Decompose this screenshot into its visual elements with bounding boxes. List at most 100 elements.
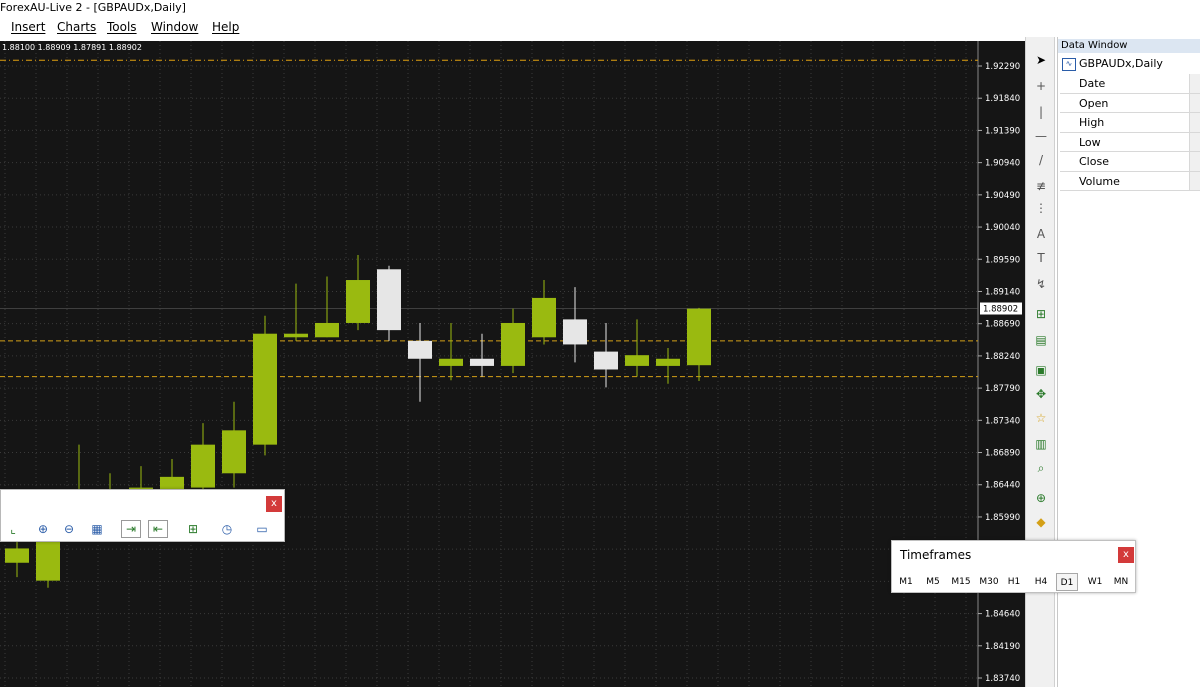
data-window-row-value <box>1189 93 1200 112</box>
timeframe-m15[interactable]: M15 <box>948 573 974 591</box>
timeframe-m1[interactable]: M1 <box>895 573 917 591</box>
window-title: ForexAU-Live 2 - [GBPAUDx,Daily] <box>0 1 186 14</box>
candle-body[interactable] <box>625 355 649 366</box>
data-window-row-label: Date <box>1079 77 1106 90</box>
current-price-label: 1.88902 <box>983 305 1018 315</box>
data-window-table: Date Open High Low Close Volume <box>1060 74 1200 191</box>
price-label: 1.86440 <box>985 481 1020 491</box>
menu-tools[interactable]: Tools <box>107 17 137 37</box>
menu-insert[interactable]: Insert <box>11 17 45 37</box>
candle-body[interactable] <box>563 319 587 345</box>
data-window-row-value <box>1189 132 1200 151</box>
data-window-row: Volume <box>1060 171 1200 191</box>
navigator-icon[interactable]: ✥ <box>1029 383 1053 405</box>
zoom-out-icon[interactable]: ⊖ <box>59 520 79 538</box>
data-window-row-label: High <box>1079 116 1105 129</box>
timeframe-h1[interactable]: H1 <box>1004 573 1024 591</box>
candle-body[interactable] <box>687 308 711 366</box>
price-label: 1.87790 <box>985 384 1020 394</box>
data-window-row: Open <box>1060 93 1200 113</box>
data-window-row-label: Low <box>1079 135 1101 149</box>
price-label: 1.85990 <box>985 513 1020 523</box>
candle-body[interactable] <box>594 351 618 370</box>
data-window-row: Date <box>1060 74 1200 94</box>
menu-help[interactable]: Help <box>212 17 239 37</box>
price-label: 1.91390 <box>985 126 1020 136</box>
data-window-row-value <box>1189 74 1200 93</box>
data-window-row: Low <box>1060 132 1200 152</box>
price-label: 1.92290 <box>985 62 1020 72</box>
candle-body[interactable] <box>253 333 277 445</box>
price-label: 1.84190 <box>985 642 1020 652</box>
tester-icon[interactable]: ⌕ <box>1029 457 1053 479</box>
menu-window[interactable]: Window <box>151 17 198 37</box>
new-chart-icon[interactable]: ⊞ <box>1029 303 1053 325</box>
price-label: 1.89140 <box>985 287 1020 297</box>
timeframes-close-button[interactable]: x <box>1118 547 1134 563</box>
periods-icon[interactable]: ◷ <box>217 520 237 538</box>
title-bar: ForexAU-Live 2 - [GBPAUDx,Daily] <box>0 0 1200 17</box>
data-window-row: Close <box>1060 152 1200 172</box>
candle-body[interactable] <box>408 340 432 359</box>
timeframe-m30[interactable]: M30 <box>976 573 1002 591</box>
add-indicator-icon[interactable]: ⊕ <box>1029 487 1053 509</box>
timeframe-w1[interactable]: W1 <box>1084 573 1106 591</box>
arrows-icon[interactable]: ↯ <box>1029 273 1053 295</box>
chart-toolbar: x ⌞ ⊕ ⊖ ▦ ⇥ ⇤ ⊞ ◷ ▭ <box>0 489 285 542</box>
market-watch-icon[interactable]: ▣ <box>1029 359 1053 381</box>
chart-shift-icon[interactable]: ⇤ <box>148 520 168 538</box>
candle-body[interactable] <box>346 280 370 323</box>
candle-body[interactable] <box>5 548 29 563</box>
price-label: 1.87340 <box>985 416 1020 426</box>
candle-body[interactable] <box>222 430 246 474</box>
menu-bar: Insert Charts Tools Window Help <box>0 17 1200 37</box>
candle-body[interactable] <box>284 333 308 338</box>
crosshair-icon[interactable]: + <box>1029 75 1053 97</box>
menu-charts[interactable]: Charts <box>57 17 96 37</box>
chart-canvas[interactable]: 1.92290 1.91840 1.91390 1.90940 1.90490 1.900… <box>0 41 1025 687</box>
trendline-icon[interactable]: / <box>1029 149 1053 171</box>
autotrading-icon[interactable]: ◆ <box>1029 511 1053 533</box>
fibonacci-icon[interactable]: ≢ <box>1029 175 1053 197</box>
price-label: 1.83740 <box>985 674 1020 684</box>
indicators-icon[interactable]: ⊞ <box>183 520 203 538</box>
candle-body[interactable] <box>439 358 463 366</box>
zoom-in-icon[interactable]: ⊕ <box>33 520 53 538</box>
price-label: 1.90490 <box>985 191 1020 201</box>
text-icon[interactable]: A <box>1029 223 1053 245</box>
timeframe-h4[interactable]: H4 <box>1030 573 1052 591</box>
candle-body[interactable] <box>191 444 215 488</box>
horizontal-line-icon[interactable]: — <box>1029 125 1053 147</box>
data-window-row: High <box>1060 113 1200 133</box>
candle-body[interactable] <box>377 269 401 331</box>
price-label: 1.88240 <box>985 352 1020 362</box>
timeframe-d1[interactable]: D1 <box>1056 573 1078 591</box>
price-chart[interactable]: 1.92290 1.91840 1.91390 1.90940 1.90490 1.900… <box>0 41 1025 687</box>
candle-body[interactable] <box>656 358 680 366</box>
text-label-icon[interactable]: T <box>1029 247 1053 269</box>
data-window-row-value <box>1189 171 1200 190</box>
timeframe-mn[interactable]: MN <box>1110 573 1132 591</box>
candle-body[interactable] <box>470 358 494 366</box>
data-window-symbol-label: GBPAUDx,Daily <box>1079 57 1163 70</box>
profiles-icon[interactable]: ▤ <box>1029 329 1053 351</box>
data-window-row-value <box>1189 152 1200 171</box>
data-window-title: Data Window <box>1058 39 1200 53</box>
terminal-icon[interactable]: ▥ <box>1029 433 1053 455</box>
timeframe-m5[interactable]: M5 <box>922 573 944 591</box>
data-window-row-label: Close <box>1079 155 1109 168</box>
cursor-icon[interactable]: ➤ <box>1029 49 1053 71</box>
auto-scroll-icon[interactable]: ⇥ <box>121 520 141 538</box>
candle-body[interactable] <box>315 322 339 338</box>
tile-windows-icon[interactable]: ▦ <box>87 520 107 538</box>
vertical-line-icon[interactable]: | <box>1029 101 1053 123</box>
app-window: ForexAU-Live 2 - [GBPAUDx,Daily] Insert … <box>0 0 1200 687</box>
data-window-row-label: Volume <box>1079 174 1120 188</box>
channel-icon[interactable]: ⋮ <box>1029 197 1053 219</box>
candle-body[interactable] <box>501 322 525 366</box>
favorites-icon[interactable]: ☆ <box>1029 407 1053 429</box>
chart-type-icon[interactable]: ⌞ <box>3 520 23 538</box>
templates-icon[interactable]: ▭ <box>252 520 272 538</box>
chart-toolbar-close-button[interactable]: x <box>266 496 282 512</box>
candle-body[interactable] <box>532 297 556 338</box>
